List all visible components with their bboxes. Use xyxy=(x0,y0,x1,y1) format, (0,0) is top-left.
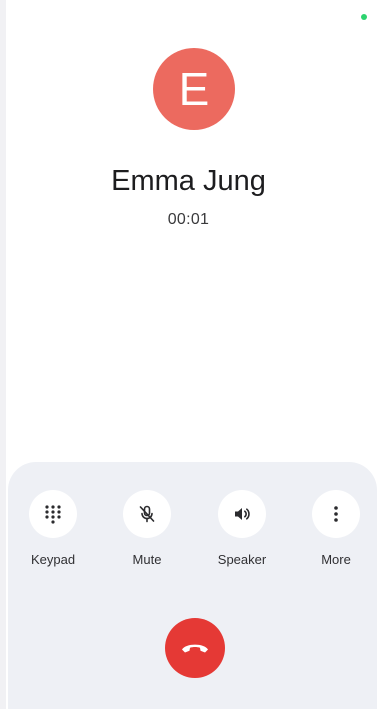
more-button[interactable]: More xyxy=(296,490,376,567)
speaker-label: Speaker xyxy=(217,552,267,567)
status-bar xyxy=(6,0,377,34)
screen-edge xyxy=(0,0,6,709)
mute-label: Mute xyxy=(132,552,162,567)
more-label: More xyxy=(321,552,351,567)
mute-button[interactable]: Mute xyxy=(107,490,187,567)
call-timer: 00:01 xyxy=(167,211,210,228)
speaker-button[interactable]: Speaker xyxy=(202,490,282,567)
mute-button-circle[interactable] xyxy=(123,490,171,538)
call-end-icon xyxy=(182,644,208,653)
keypad-button-circle[interactable] xyxy=(29,490,77,538)
end-call-button[interactable] xyxy=(165,618,225,678)
mic-off-icon xyxy=(139,505,155,523)
speaker-button-circle[interactable] xyxy=(218,490,266,538)
dialpad-icon xyxy=(45,505,61,524)
more-vert-icon xyxy=(334,506,338,522)
call-screen: E Emma Jung 00:01 Keypad Mute Speaker Mo… xyxy=(0,0,377,709)
more-button-circle[interactable] xyxy=(312,490,360,538)
keypad-label: Keypad xyxy=(30,552,76,567)
contact-avatar: E xyxy=(153,48,235,130)
keypad-button[interactable]: Keypad xyxy=(13,490,93,567)
speaker-icon xyxy=(235,508,250,520)
contact-name: Emma Jung xyxy=(111,165,266,197)
avatar-initial: E xyxy=(178,63,210,115)
privacy-indicator-dot xyxy=(361,14,367,20)
